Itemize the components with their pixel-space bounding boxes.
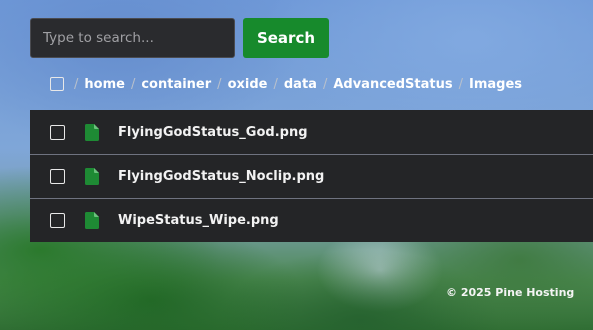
file-checkbox[interactable]: [50, 169, 65, 184]
search-bar: Search: [30, 18, 329, 58]
file-name: FlyingGodStatus_God.png: [118, 124, 308, 140]
file-checkbox[interactable]: [50, 213, 65, 228]
footer-copyright: © 2025 Pine Hosting: [446, 286, 575, 299]
breadcrumb-item-home[interactable]: home: [84, 77, 125, 92]
breadcrumb-item-oxide[interactable]: oxide: [228, 77, 268, 92]
breadcrumb-item-container[interactable]: container: [141, 77, 211, 92]
file-checkbox[interactable]: [50, 124, 65, 140]
breadcrumb-separator: /: [322, 76, 328, 92]
search-input[interactable]: [30, 18, 235, 58]
breadcrumb-separator: /: [273, 76, 278, 92]
file-list: FlyingGodStatus_God.png FlyingGodStatus_…: [30, 110, 593, 242]
file-row[interactable]: FlyingGodStatus_God.png: [30, 110, 593, 154]
select-all-checkbox[interactable]: [50, 77, 64, 91]
breadcrumb-item-advancedstatus[interactable]: AdvancedStatus: [333, 77, 452, 92]
breadcrumb-separator: /: [217, 76, 222, 92]
breadcrumb-item-data[interactable]: data: [284, 77, 317, 92]
file-icon: [85, 168, 99, 185]
file-row[interactable]: WipeStatus_Wipe.png: [30, 198, 593, 242]
breadcrumb-separator: /: [74, 76, 79, 92]
breadcrumb-separator: /: [458, 76, 463, 92]
breadcrumb-separator: /: [130, 76, 136, 92]
file-row[interactable]: FlyingGodStatus_Noclip.png: [30, 154, 593, 198]
breadcrumb: / home / container / oxide / data / Adva…: [50, 74, 522, 94]
file-icon: [85, 212, 99, 229]
search-button[interactable]: Search: [243, 18, 329, 58]
file-name: FlyingGodStatus_Noclip.png: [118, 169, 325, 184]
file-icon: [85, 123, 99, 141]
file-name: WipeStatus_Wipe.png: [118, 213, 279, 228]
breadcrumb-item-images[interactable]: Images: [469, 77, 522, 92]
